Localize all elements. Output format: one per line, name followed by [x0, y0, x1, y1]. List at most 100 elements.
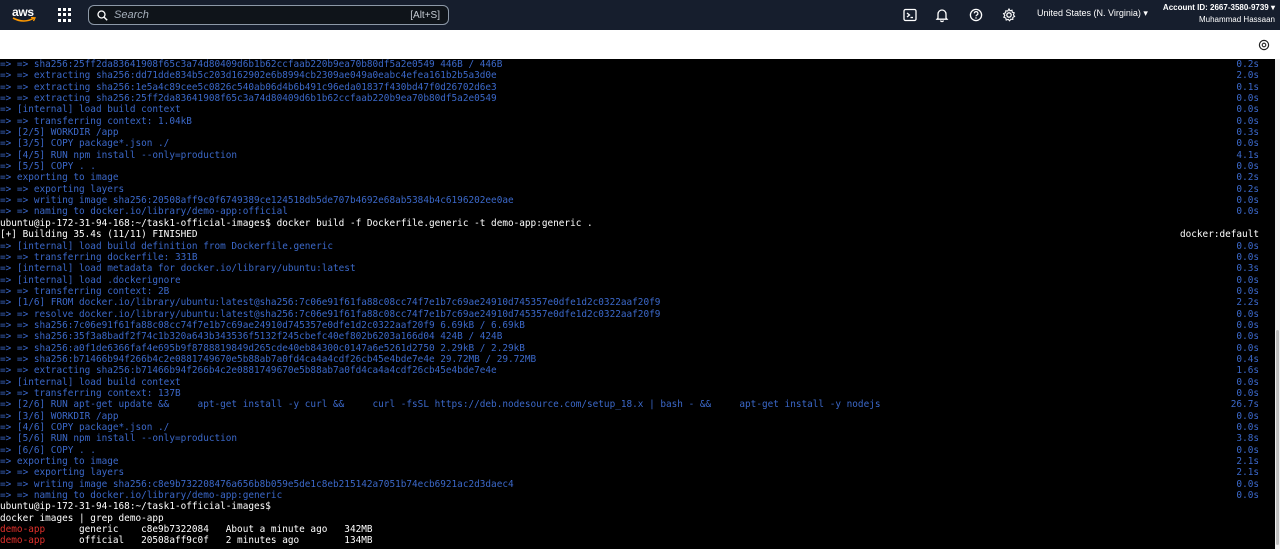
- terminal-line: => [4/6] COPY package*.json ./ 0.0s: [0, 422, 1275, 433]
- terminal-line-duration: 0.3s: [1236, 263, 1259, 275]
- account-id: Account ID: 2667-3580-9739 ▾: [1162, 3, 1275, 12]
- help-icon[interactable]: [968, 7, 984, 23]
- cloudshell-icon[interactable]: [902, 7, 918, 23]
- terminal-line-text: => => writing image sha256:c8e9b73220847…: [0, 478, 514, 490]
- terminal-line: => => transferring context: 2B 0.0s: [0, 286, 1275, 297]
- terminal-line: => => sha256:25ff2da83641908f65c3a74d804…: [0, 59, 1275, 70]
- terminal-line-text: => [1/6] FROM docker.io/library/ubuntu:l…: [0, 297, 661, 309]
- terminal-line-duration: 0.0s: [1236, 308, 1259, 320]
- terminal-line: => => naming to docker.io/library/demo-a…: [0, 490, 1275, 501]
- terminal-line-duration: 2.1s: [1236, 467, 1259, 479]
- terminal-line-duration: 2.2s: [1236, 297, 1259, 309]
- terminal-line: => [1/6] FROM docker.io/library/ubuntu:l…: [0, 297, 1275, 308]
- terminal-line-text: => => extracting sha256:1e5a4c89cee5c082…: [0, 81, 497, 93]
- terminal-line: => [internal] load metadata for docker.i…: [0, 263, 1275, 274]
- terminal-line-duration: 0.4s: [1236, 353, 1259, 365]
- search-bar[interactable]: [Alt+S]: [88, 5, 449, 25]
- terminal-line: => [5/6] RUN npm install --only=producti…: [0, 433, 1275, 444]
- terminal-line-duration: 0.0s: [1236, 161, 1259, 173]
- terminal-line-text: => => exporting layers: [0, 467, 125, 479]
- terminal-line-duration: 0.2s: [1236, 172, 1259, 184]
- terminal-line-duration: 2.1s: [1236, 456, 1259, 468]
- terminal-line-duration: docker:default: [1179, 229, 1259, 241]
- terminal-line-text: => => sha256:7c06e91f61fa88c08cc74f7e1b7…: [0, 319, 525, 331]
- terminal-line-duration: 4.1s: [1236, 149, 1259, 161]
- region-selector[interactable]: United States (N. Virginia) ▾: [1037, 8, 1148, 19]
- terminal-line: => => naming to docker.io/library/demo-a…: [0, 206, 1275, 217]
- terminal-line-text: => => transferring context: 2B: [0, 285, 170, 297]
- terminal-line-duration: 0.0s: [1236, 195, 1259, 207]
- terminal-line: => => sha256:b71466b94f266b4c2e088174967…: [0, 354, 1275, 365]
- terminal-line-text: => => transferring context: 1.04kB: [0, 115, 192, 127]
- terminal-line: => => extracting sha256:b71466b94f266b4c…: [0, 365, 1275, 376]
- terminal-line-text: => => naming to docker.io/library/demo-a…: [0, 490, 283, 502]
- terminal-line-duration: 0.0s: [1236, 274, 1259, 286]
- terminal-line-text: => => extracting sha256:25ff2da83641908f…: [0, 93, 497, 105]
- terminal-line-text: => => transferring dockerfile: 331B: [0, 251, 198, 263]
- terminal-line: ubuntu@ip-172-31-94-168:~/task1-official…: [0, 218, 1275, 229]
- terminal-line-text: => [3/5] COPY package*.json ./: [0, 138, 170, 150]
- terminal-line: => => writing image sha256:20508aff9c0f6…: [0, 195, 1275, 206]
- terminal-line-duration: 0.0s: [1236, 93, 1259, 105]
- terminal-line-text: => => sha256:b71466b94f266b4c2e088174967…: [0, 353, 537, 365]
- terminal-line: => exporting to image 0.2s: [0, 172, 1275, 183]
- terminal-line: => [3/5] COPY package*.json ./ 0.0s: [0, 138, 1275, 149]
- terminal-line-text: docker images | grep demo-app: [0, 512, 164, 524]
- search-input[interactable]: [114, 9, 411, 21]
- aws-smile-icon: [12, 17, 36, 22]
- terminal-line-duration: 0.0s: [1236, 410, 1259, 422]
- terminal-line-text: => => sha256:a0f1de6366faf4e695b9f878881…: [0, 342, 525, 354]
- terminal-line-text: => [internal] load build context: [0, 376, 181, 388]
- user-name: Muhammad Hassaan: [1198, 15, 1275, 24]
- terminal-line-duration: 0.1s: [1236, 81, 1259, 93]
- terminal-line: => [3/6] WORKDIR /app 0.0s: [0, 411, 1275, 422]
- terminal-line-text: ubuntu@ip-172-31-94-168:~/task1-official…: [0, 501, 271, 513]
- terminal-line-duration: 1.6s: [1236, 365, 1259, 377]
- docker-image-name: demo-app: [0, 535, 46, 547]
- terminal-line: ubuntu@ip-172-31-94-168:~/task1-official…: [0, 501, 1275, 512]
- docker-image-name: demo-app: [0, 524, 46, 536]
- terminal-line-text: => => naming to docker.io/library/demo-a…: [0, 206, 288, 218]
- terminal-line-duration: 0.0s: [1236, 342, 1259, 354]
- terminal-scrollbar-thumb[interactable]: [1276, 330, 1279, 545]
- aws-logo[interactable]: aws: [6, 0, 50, 30]
- terminal-line-text: => => writing image sha256:20508aff9c0f6…: [0, 195, 514, 207]
- terminal-line: => [internal] load .dockerignore 0.0s: [0, 275, 1275, 286]
- terminal-line: => exporting to image 2.1s: [0, 456, 1275, 467]
- account-menu[interactable]: Account ID: 2667-3580-9739 ▾ Muhammad Ha…: [1163, 2, 1275, 26]
- terminal-line-text: [+] Building 35.4s (11/11) FINISHED: [0, 229, 198, 241]
- terminal-line-text: => => sha256:25ff2da83641908f65c3a74d804…: [0, 59, 503, 70]
- terminal-line-text: ubuntu@ip-172-31-94-168:~/task1-official…: [0, 217, 593, 229]
- terminal-line-text: => [4/6] COPY package*.json ./: [0, 422, 170, 433]
- terminal-line-duration: 0.0s: [1236, 478, 1259, 490]
- bell-icon[interactable]: [934, 7, 950, 23]
- terminal-line-text: => => transferring context: 137B: [0, 387, 181, 399]
- terminal-line-duration: 0.0s: [1236, 251, 1259, 263]
- terminal-output[interactable]: => => sha256:25ff2da83641908f65c3a74d804…: [0, 59, 1275, 549]
- terminal-line-text: => [internal] load build definition from…: [0, 240, 334, 252]
- services-grid-icon[interactable]: [58, 8, 72, 22]
- terminal-line: => => resolve docker.io/library/ubuntu:l…: [0, 309, 1275, 320]
- terminal-line: => => sha256:35f3a8badf2f74c1b320a643b34…: [0, 331, 1275, 342]
- terminal-line-duration: 0.0s: [1236, 240, 1259, 252]
- terminal-line: => [internal] load build definition from…: [0, 241, 1275, 252]
- terminal-line: => => extracting sha256:25ff2da83641908f…: [0, 93, 1275, 104]
- terminal-line: => [4/5] RUN npm install --only=producti…: [0, 150, 1275, 161]
- gear-icon[interactable]: [1001, 7, 1017, 23]
- terminal-line: => => transferring context: 137B 0.0s: [0, 388, 1275, 399]
- terminal-line-duration: 0.2s: [1236, 183, 1259, 195]
- terminal-line: => => exporting layers 0.2s: [0, 184, 1275, 195]
- terminal-line-duration: 0.0s: [1236, 422, 1259, 433]
- docker-image-details: generic c8e9b7322084 About a minute ago …: [45, 524, 373, 536]
- terminal-line-text: => [internal] load .dockerignore: [0, 274, 181, 286]
- docker-image-details: official 20508aff9c0f 2 minutes ago 134M…: [45, 535, 373, 547]
- cloudshell-toolbar: [0, 30, 1280, 59]
- terminal-line-text: => => extracting sha256:dd71dde834b5c203…: [0, 70, 497, 82]
- terminal-line: => => transferring context: 1.04kB 0.0s: [0, 116, 1275, 127]
- terminal-line-text: => [4/5] RUN npm install --only=producti…: [0, 149, 238, 161]
- terminal-line-duration: 0.2s: [1236, 59, 1259, 70]
- settings-icon[interactable]: [1258, 39, 1270, 51]
- search-shortcut: [Alt+S]: [410, 9, 440, 21]
- terminal-line: => => writing image sha256:c8e9b73220847…: [0, 479, 1275, 490]
- terminal-line: => [internal] load build context 0.0s: [0, 377, 1275, 388]
